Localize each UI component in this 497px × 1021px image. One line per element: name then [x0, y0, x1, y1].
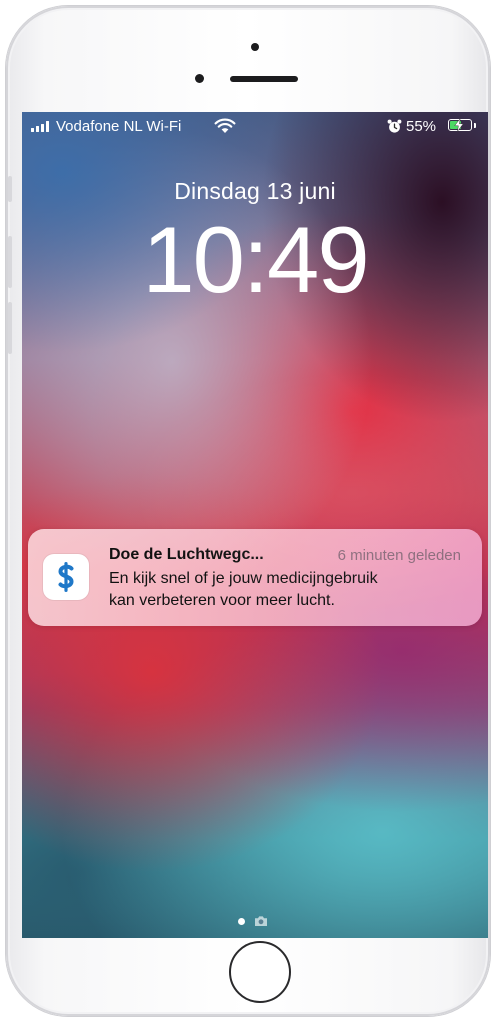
- home-button[interactable]: [229, 941, 291, 1003]
- earpiece-speaker: [230, 76, 298, 82]
- proximity-sensor: [195, 74, 204, 83]
- camera-icon[interactable]: [254, 915, 268, 927]
- battery-tip: [474, 123, 476, 128]
- status-bar: Vodafone NL Wi-Fi 55%: [22, 112, 488, 140]
- lock-screen: Vodafone NL Wi-Fi 55% Dinsdag 13 juni 10…: [22, 112, 488, 938]
- lock-date: Dinsdag 13 juni: [174, 178, 336, 204]
- alarm-icon: [387, 119, 402, 133]
- carrier-label: Vodafone NL Wi-Fi: [56, 118, 182, 135]
- battery-percentage: 55%: [406, 118, 437, 135]
- notification-body-line: kan verbeteren voor meer lucht.: [109, 592, 335, 609]
- notification-card[interactable]: Doe de Luchtwegc... 6 minuten geleden En…: [28, 529, 482, 626]
- page: Vodafone NL Wi-Fi 55% Dinsdag 13 juni 10…: [0, 0, 497, 1021]
- charging-bolt-icon: [454, 118, 464, 132]
- notification-body: En kijk snel of je jouw medicijngebruik …: [109, 568, 469, 612]
- wifi-icon: [214, 118, 236, 133]
- notification-title: Doe de Luchtwegc...: [109, 546, 264, 563]
- page-dot-icon: [238, 918, 245, 925]
- volume-down-button: [8, 302, 12, 354]
- notification-body-line: En kijk snel of je jouw medicijngebruik: [109, 570, 378, 587]
- mute-switch: [8, 176, 12, 202]
- app-logo-icon: [43, 554, 89, 600]
- notification-timestamp: 6 minuten geleden: [337, 547, 461, 564]
- front-camera: [251, 43, 259, 51]
- lock-time: 10:49: [142, 207, 369, 312]
- cellular-signal-icon: [31, 121, 49, 132]
- volume-up-button: [8, 236, 12, 288]
